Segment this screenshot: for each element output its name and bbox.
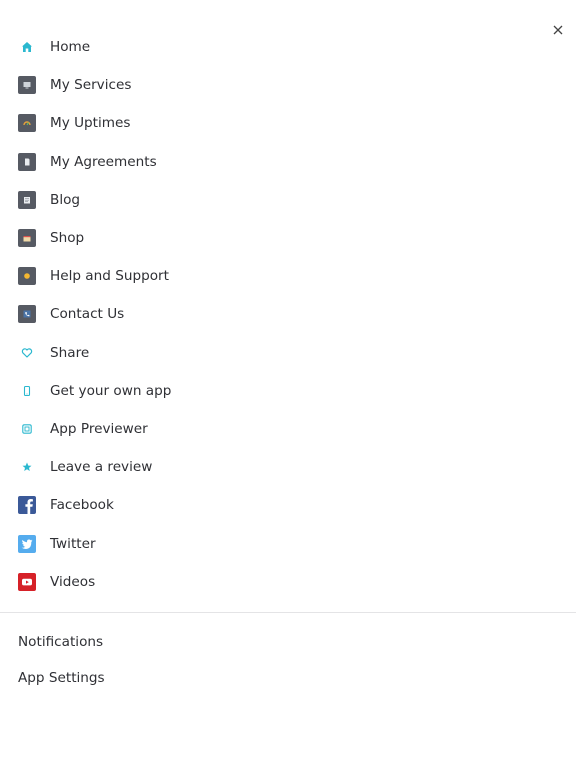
menu-item-label: Leave a review xyxy=(50,459,153,476)
menu-item-label: Contact Us xyxy=(50,306,125,323)
menu-item-share[interactable]: Share xyxy=(0,334,576,372)
menu-item-label: Get your own app xyxy=(50,382,172,399)
menu-item-app-previewer[interactable]: App Previewer xyxy=(0,410,576,448)
menu-item-label: Blog xyxy=(50,191,81,208)
facebook-icon xyxy=(18,496,36,515)
star-icon xyxy=(18,458,36,476)
menu-item-videos[interactable]: Videos xyxy=(0,563,576,601)
menu-item-label: My Agreements xyxy=(50,153,157,170)
twitter-icon xyxy=(18,534,36,553)
menu-item-label: Videos xyxy=(50,573,96,590)
menu-item-leave-a-review[interactable]: Leave a review xyxy=(0,448,576,486)
help-icon xyxy=(18,267,36,286)
menu-item-help-and-support[interactable]: Help and Support xyxy=(0,257,576,295)
uptimes-icon xyxy=(18,114,36,133)
menu-item-home[interactable]: Home xyxy=(0,28,576,66)
menu-item-label: My Uptimes xyxy=(50,115,131,132)
menu-item-label: My Services xyxy=(50,77,132,94)
menu-item-label: Twitter xyxy=(50,535,96,552)
footer-menu: Notifications App Settings xyxy=(0,624,576,696)
menu-item-label: Help and Support xyxy=(50,268,169,285)
menu-item-label: App Previewer xyxy=(50,420,148,437)
menu-item-contact-us[interactable]: Contact Us xyxy=(0,295,576,333)
shop-icon xyxy=(18,229,36,248)
contact-icon xyxy=(18,305,36,324)
home-icon xyxy=(18,38,36,56)
menu-item-get-your-own-app[interactable]: Get your own app xyxy=(0,372,576,410)
side-menu-page: Home My Services My Uptimes My Agreement… xyxy=(0,0,576,768)
menu-item-facebook[interactable]: Facebook xyxy=(0,486,576,524)
app-settings-link[interactable]: App Settings xyxy=(0,660,576,696)
menu-item-my-uptimes[interactable]: My Uptimes xyxy=(0,104,576,142)
menu-item-label: Share xyxy=(50,344,90,361)
services-icon xyxy=(18,76,36,95)
menu-item-shop[interactable]: Shop xyxy=(0,219,576,257)
previewer-icon xyxy=(18,420,36,438)
menu-item-label: Shop xyxy=(50,230,85,247)
agreements-icon xyxy=(18,152,36,171)
menu-item-blog[interactable]: Blog xyxy=(0,181,576,219)
menu-item-my-agreements[interactable]: My Agreements xyxy=(0,143,576,181)
menu-item-my-services[interactable]: My Services xyxy=(0,66,576,104)
phone-icon xyxy=(18,382,36,400)
menu-item-label: Home xyxy=(50,39,91,56)
menu-item-label: Facebook xyxy=(50,497,114,514)
heart-icon xyxy=(18,344,36,362)
notifications-link[interactable]: Notifications xyxy=(0,624,576,660)
menu-item-twitter[interactable]: Twitter xyxy=(0,524,576,562)
menu-list: Home My Services My Uptimes My Agreement… xyxy=(0,28,576,601)
blog-icon xyxy=(18,190,36,209)
menu-divider xyxy=(0,612,576,613)
youtube-icon xyxy=(18,572,36,591)
